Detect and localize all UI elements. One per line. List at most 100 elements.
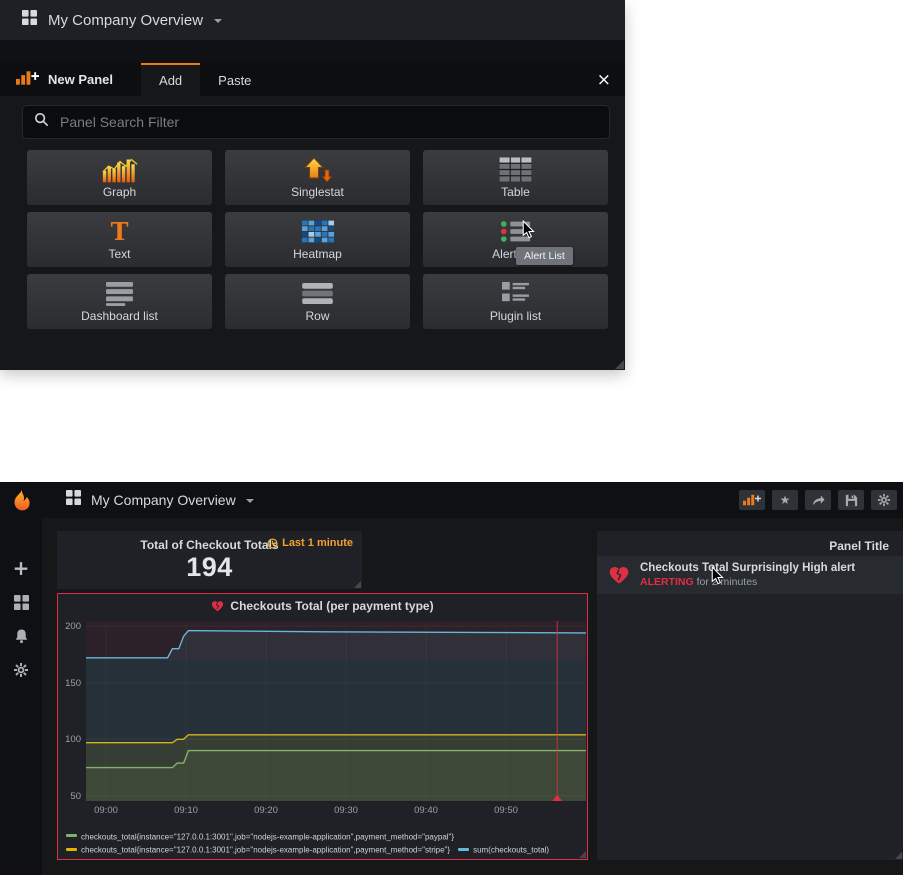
panel-type-plugin-list[interactable]: Plugin list [423, 274, 608, 329]
x-axis-tick-label: 09:30 [334, 805, 358, 816]
cell-label: Heatmap [293, 246, 342, 261]
sidebar-configuration-button[interactable] [0, 653, 42, 687]
graph-plot-area [86, 621, 587, 801]
legend-swatch-paypal [66, 834, 77, 838]
panel-type-table[interactable]: Table [423, 150, 608, 205]
add-panel-icon [16, 71, 39, 88]
y-axis-tick-label: 150 [65, 678, 81, 689]
x-axis-tick-label: 09:50 [494, 805, 518, 816]
alert-list-item[interactable]: Checkouts Total Surprisingly High alert … [597, 556, 903, 594]
grid-icon [22, 10, 37, 30]
tab-paste[interactable]: Paste [200, 63, 269, 96]
singlestat-panel: Total of Checkout Totals Last 1 minute 1… [57, 531, 362, 589]
legend-swatch-stripe [66, 847, 77, 851]
dashboard-list-icon [105, 281, 134, 307]
tab-add[interactable]: Add [141, 63, 201, 96]
dialog-resize-handle[interactable] [615, 360, 624, 369]
panel-type-text[interactable]: T Text [27, 212, 212, 267]
cell-label: Row [305, 308, 330, 323]
dashboard-title-button[interactable]: My Company Overview [48, 12, 203, 29]
row-icon [301, 281, 334, 307]
legend-series-stripe[interactable]: checkouts_total{instance="127.0.0.1:3001… [81, 846, 450, 855]
legend-row: checkouts_total{instance="127.0.0.1:3001… [66, 830, 583, 843]
cell-label: Table [501, 184, 530, 199]
cell-label: Singlestat [291, 184, 344, 199]
navbar-actions: ★ [739, 490, 897, 510]
save-button[interactable] [838, 490, 864, 510]
checkouts-graph-panel: Checkouts Total (per payment type) 50 100… [57, 593, 588, 860]
add-panel-tabstrip: New Panel Add Paste × [0, 63, 625, 96]
dashboard-title-button[interactable]: My Company Overview [91, 492, 236, 508]
gear-icon [877, 493, 891, 507]
dashboard-content: Total of Checkout Totals Last 1 minute 1… [42, 518, 903, 875]
alert-list-panel: Panel Title Checkouts Total Surprisingly… [597, 531, 903, 860]
graph-legend: checkouts_total{instance="127.0.0.1:3001… [66, 830, 583, 857]
checkouts-chart [86, 621, 587, 801]
panel-resize-handle[interactable] [895, 852, 902, 859]
alert-texts: Checkouts Total Surprisingly High alert … [640, 562, 855, 588]
alert-duration: for 2 minutes [696, 576, 758, 588]
dashboard-navbar: My Company Overview ★ [42, 482, 903, 518]
y-axis-tick-label: 200 [65, 621, 81, 632]
text-icon: T [110, 216, 129, 246]
dashboard-settings-button[interactable] [871, 490, 897, 510]
plus-icon: + [12, 556, 30, 580]
alert-state: ALERTING [640, 576, 694, 588]
graph-panel-title[interactable]: Checkouts Total (per payment type) [58, 599, 587, 613]
chevron-down-icon [214, 19, 223, 23]
panel-type-graph[interactable]: Graph [27, 150, 212, 205]
sidebar-dashboards-button[interactable] [0, 585, 42, 619]
graph-icon [101, 157, 139, 183]
close-button[interactable]: × [583, 63, 625, 96]
plugin-list-icon [501, 281, 530, 307]
time-range-badge: Last 1 minute [267, 537, 353, 549]
dashboard-background [0, 40, 625, 63]
panel-resize-handle[interactable] [579, 851, 586, 858]
panel-resize-handle[interactable] [354, 581, 361, 588]
share-button[interactable] [805, 490, 831, 510]
search-box [22, 105, 610, 139]
side-menu: + [0, 482, 42, 875]
panel-type-grid: Graph Singlestat Table T Text Heatmap Al… [27, 150, 608, 329]
legend-series-paypal[interactable]: checkouts_total{instance="127.0.0.1:3001… [81, 832, 454, 841]
grid-icon [66, 490, 81, 510]
broken-heart-icon [609, 567, 629, 584]
search-icon [34, 112, 49, 132]
panel-type-singlestat[interactable]: Singlestat [225, 150, 410, 205]
singlestat-icon [303, 156, 333, 183]
add-panel-dialog-screenshot: My Company Overview New Panel Add Paste … [0, 0, 625, 370]
singlestat-value: 194 [186, 552, 233, 582]
sidebar-create-button[interactable]: + [0, 551, 42, 585]
panel-type-dashboard-list[interactable]: Dashboard list [27, 274, 212, 329]
mouse-cursor [522, 219, 535, 245]
dashboard-header: My Company Overview [0, 0, 625, 40]
y-axis-tick-label: 100 [65, 734, 81, 745]
x-axis-tick-label: 09:00 [94, 805, 118, 816]
sidebar-alerting-button[interactable] [0, 619, 42, 653]
mouse-cursor [711, 565, 724, 591]
alert-meta: ALERTING for 2 minutes [640, 576, 855, 588]
clock-icon [267, 537, 278, 549]
chevron-down-icon [245, 499, 254, 503]
new-panel-label: New Panel [48, 72, 114, 87]
cell-label: Text [108, 246, 131, 261]
grid-icon [13, 594, 29, 610]
panel-search-input[interactable] [58, 113, 598, 131]
panel-type-heatmap[interactable]: Heatmap [225, 212, 410, 267]
panel-type-row[interactable]: Row [225, 274, 410, 329]
broken-heart-icon [212, 601, 224, 612]
graph-title-text: Checkouts Total (per payment type) [230, 599, 434, 613]
grafana-logo[interactable] [8, 487, 35, 519]
add-panel-button[interactable] [739, 490, 765, 510]
bell-icon [15, 629, 27, 644]
cell-label: Plugin list [489, 308, 542, 323]
add-panel-icon [743, 494, 761, 506]
legend-row: checkouts_total{instance="127.0.0.1:3001… [66, 843, 583, 856]
star-button[interactable]: ★ [772, 490, 798, 510]
alert-panel-title[interactable]: Panel Title [829, 539, 889, 553]
time-range-label: Last 1 minute [282, 537, 353, 549]
cell-label: Dashboard list [81, 308, 158, 323]
heatmap-icon [301, 219, 335, 245]
y-axis-tick-label: 50 [70, 791, 81, 802]
legend-series-sum[interactable]: sum(checkouts_total) [473, 846, 549, 855]
